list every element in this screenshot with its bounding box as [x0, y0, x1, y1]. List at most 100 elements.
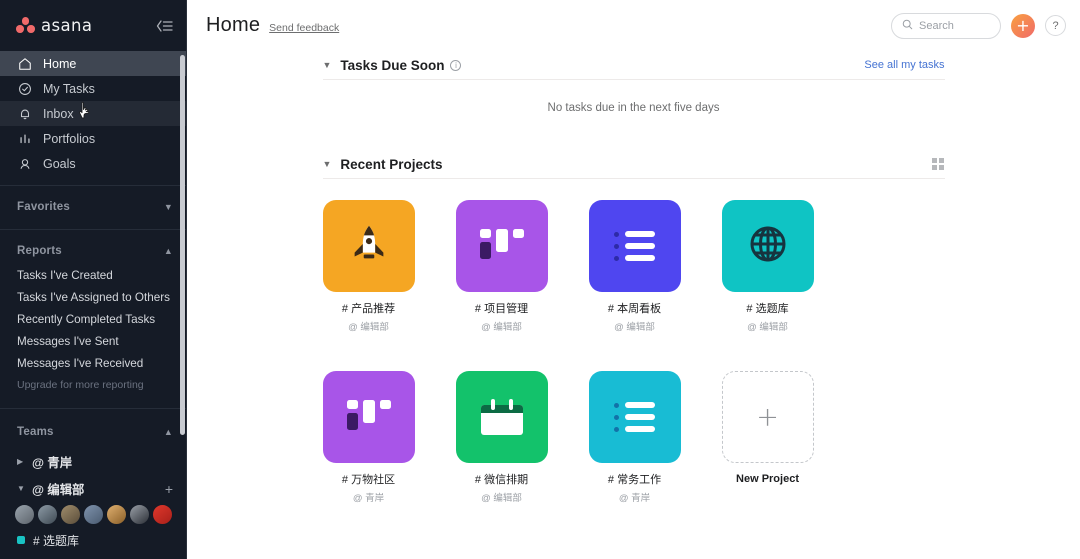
sidebar-item-portfolios-label: Portfolios [43, 131, 96, 146]
top-bar-actions: Search + ? [891, 12, 1066, 39]
sidebar-nav: Home My Tasks Inbox Portfolios Goals [0, 51, 187, 176]
sidebar-project-label: # 选题库 [33, 533, 80, 548]
chevron-up-icon[interactable]: ▲ [164, 427, 173, 437]
upgrade-label: Upgrade for more reporting [17, 379, 144, 391]
sidebar-scrollbar[interactable] [180, 55, 185, 435]
sidebar-divider-1 [0, 185, 187, 186]
sidebar-section-favorites[interactable]: Favorites ▼ [0, 194, 187, 220]
report-link-label: Messages I've Received [17, 356, 144, 370]
asana-logo-icon [16, 17, 35, 34]
project-card-name: # 微信排期 [474, 474, 529, 486]
main-content: Home Send feedback Search + ? ▼ Tasks Du… [187, 0, 1080, 559]
triangle-down-icon[interactable]: ▼ [17, 484, 26, 493]
project-tile[interactable] [721, 200, 814, 292]
project-card-name: # 产品推荐 [341, 303, 396, 315]
collapse-sidebar-glyph [156, 19, 173, 32]
sidebar-item-inbox[interactable]: Inbox [0, 101, 187, 126]
report-link-label: Messages I've Sent [17, 334, 119, 348]
grid-view-icon[interactable] [931, 157, 945, 171]
caret-down-icon[interactable]: ▼ [323, 60, 332, 70]
project-card[interactable]: # 万物社区 @ 青岸 [322, 371, 415, 504]
project-tile[interactable] [322, 371, 415, 463]
tasks-due-soon-title: Tasks Due Soon [340, 57, 445, 73]
asana-logo-text: asana [41, 16, 93, 35]
report-link-messages-sent[interactable]: Messages I've Sent [0, 330, 187, 352]
project-card-team: @ 编辑部 [481, 493, 522, 504]
caret-down-icon[interactable]: ▼ [323, 159, 332, 169]
sidebar-divider-3 [0, 408, 187, 409]
add-project-to-team-button[interactable]: + [165, 482, 173, 496]
avatar[interactable] [129, 504, 150, 525]
sidebar-item-my-tasks[interactable]: My Tasks [0, 76, 187, 101]
bar-chart-icon [17, 131, 32, 146]
report-link-recently-completed[interactable]: Recently Completed Tasks [0, 308, 187, 330]
page-title: Home [206, 14, 261, 36]
create-button[interactable]: + [1011, 13, 1035, 38]
project-card-team: @ 编辑部 [348, 322, 389, 333]
sidebar-item-home[interactable]: Home [0, 51, 187, 76]
project-card-team: @ 编辑部 [481, 322, 522, 333]
avatar[interactable] [83, 504, 104, 525]
sidebar-item-portfolios[interactable]: Portfolios [0, 126, 187, 151]
project-card[interactable]: # 常务工作 @ 青岸 [588, 371, 681, 504]
project-card-name: # 选题库 [746, 303, 789, 315]
avatar[interactable] [152, 504, 173, 525]
project-card-team: @ 编辑部 [747, 322, 788, 333]
search-input[interactable]: Search [891, 12, 1001, 39]
project-card[interactable]: # 本周看板 @ 编辑部 [588, 200, 681, 333]
project-card-name: # 项目管理 [474, 303, 529, 315]
project-card[interactable]: # 选题库 @ 编辑部 [721, 200, 814, 333]
avatar[interactable] [14, 504, 35, 525]
sidebar-section-teams[interactable]: Teams ▲ [0, 419, 187, 445]
favorites-label: Favorites [17, 201, 70, 213]
chevron-up-icon[interactable]: ▲ [164, 246, 173, 256]
report-link-label: Tasks I've Assigned to Others [17, 290, 170, 304]
sidebar-project-xuantiku[interactable]: # 选题库 [0, 529, 187, 551]
target-person-icon [17, 156, 32, 171]
project-card[interactable]: # 产品推荐 @ 编辑部 [322, 200, 415, 333]
project-color-dot [17, 536, 25, 544]
report-link-tasks-created[interactable]: Tasks I've Created [0, 264, 187, 286]
avatar[interactable] [37, 504, 58, 525]
report-link-tasks-assigned[interactable]: Tasks I've Assigned to Others [0, 286, 187, 308]
help-button[interactable]: ? [1045, 15, 1066, 36]
panel-container: ▼ Tasks Due Soon i See all my tasks No t… [322, 51, 945, 504]
sidebar-item-goals[interactable]: Goals [0, 151, 187, 176]
project-tile[interactable] [588, 200, 681, 292]
project-tile[interactable] [322, 200, 415, 292]
collapse-sidebar-icon[interactable] [155, 19, 173, 33]
check-circle-icon [17, 81, 32, 96]
triangle-right-icon[interactable]: ▶ [17, 457, 26, 466]
project-card-name: # 常务工作 [607, 474, 662, 486]
home-content: ▼ Tasks Due Soon i See all my tasks No t… [187, 51, 1080, 504]
sidebar-divider-2 [0, 229, 187, 230]
board-icon [346, 400, 391, 434]
avatar[interactable] [106, 504, 127, 525]
sidebar-section-reports[interactable]: Reports ▲ [0, 238, 187, 264]
team-row-bianjibu[interactable]: ▼ @ 编辑部 + [0, 476, 187, 501]
project-tile[interactable] [455, 200, 548, 292]
see-all-my-tasks-link[interactable]: See all my tasks [864, 59, 944, 71]
reports-links: Tasks I've Created Tasks I've Assigned t… [0, 264, 187, 396]
rocket-icon [346, 221, 392, 272]
send-feedback-link[interactable]: Send feedback [269, 22, 339, 34]
upgrade-reporting-link[interactable]: Upgrade for more reporting [0, 374, 187, 396]
asana-logo[interactable]: asana [16, 16, 92, 35]
sidebar-header: asana [0, 0, 187, 51]
project-tile[interactable] [455, 371, 548, 463]
team-row-qingan[interactable]: ▶ @ 青岸 [0, 449, 187, 474]
info-icon[interactable]: i [450, 59, 462, 71]
team-name-label: @ 青岸 [32, 455, 73, 470]
team-row-left: ▼ @ 编辑部 [17, 480, 84, 498]
project-card[interactable]: # 微信排期 @ 编辑部 [455, 371, 548, 504]
new-project-card[interactable]: + New Project [721, 371, 814, 504]
new-project-tile[interactable]: + [721, 371, 814, 463]
chevron-down-icon[interactable]: ▼ [164, 202, 173, 212]
top-bar: Home Send feedback Search + ? [187, 0, 1080, 51]
asana-app-window: asana Home My Tasks Inbox Portfolios Goa… [0, 0, 1080, 559]
project-card[interactable]: # 项目管理 @ 编辑部 [455, 200, 548, 333]
report-link-messages-received[interactable]: Messages I've Received [0, 352, 187, 374]
avatar[interactable] [60, 504, 81, 525]
project-tile[interactable] [588, 371, 681, 463]
tasks-due-soon-header-left: ▼ Tasks Due Soon i [323, 58, 462, 73]
